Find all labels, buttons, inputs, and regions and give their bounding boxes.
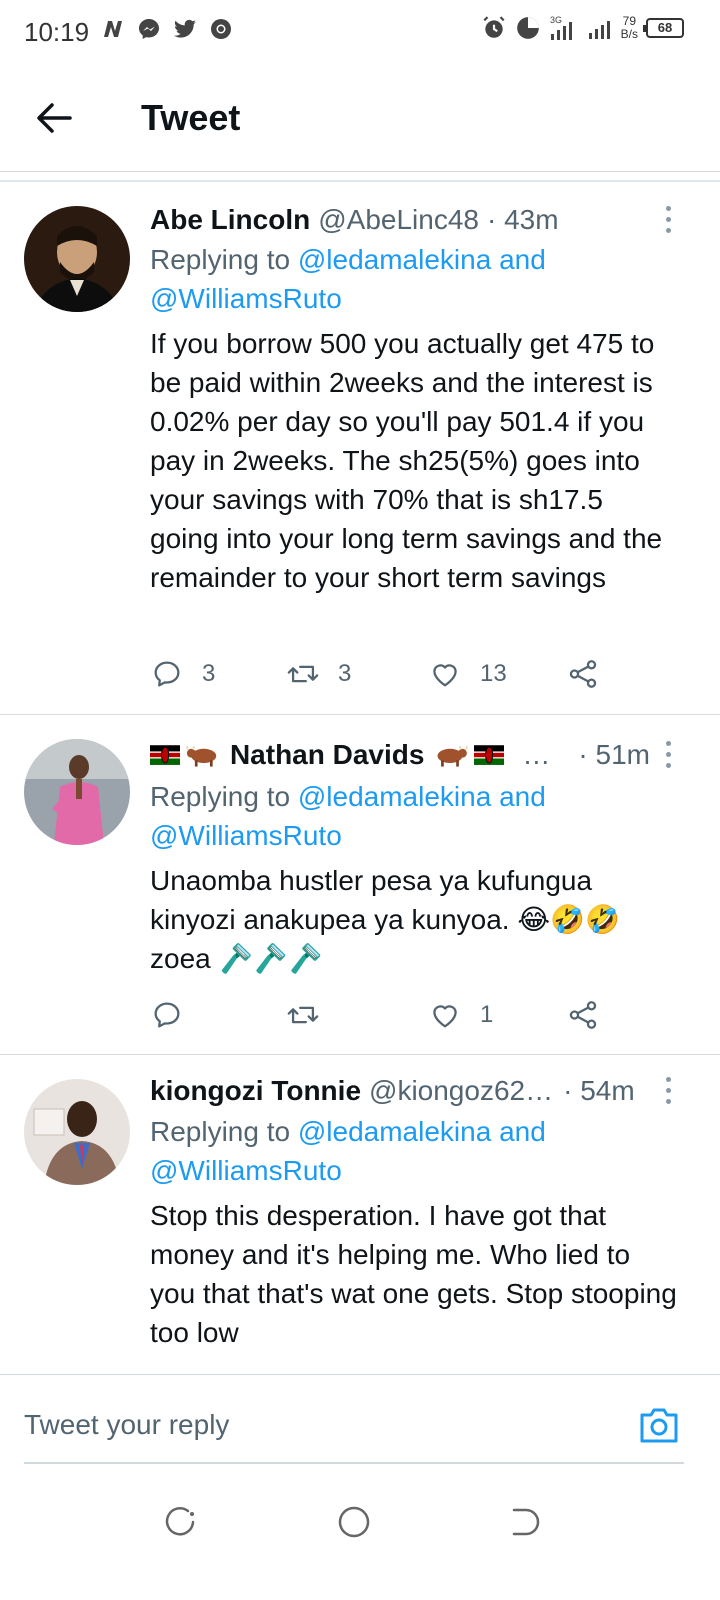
back-gesture-icon[interactable] xyxy=(508,1504,544,1540)
tweet-reply[interactable]: kiongozi Tonnie @kiongoz62… · 54m Replyi… xyxy=(0,1055,720,1374)
svg-text:3G: 3G xyxy=(550,15,562,25)
system-icons: 3G 79 B/s 68 xyxy=(481,14,684,42)
notification-icons xyxy=(100,16,234,42)
mention-link[interactable]: @ledamalekina xyxy=(298,1116,491,1147)
tweet-text: If you borrow 500 you actually get 475 t… xyxy=(150,328,663,593)
reply-button[interactable] xyxy=(150,997,202,1033)
razor-emoji: 🪒🪒🪒 xyxy=(218,943,324,974)
author-name[interactable]: Abe Lincoln xyxy=(150,204,310,236)
retweet-icon xyxy=(287,1006,319,1024)
mention-link[interactable]: @ledamalekina xyxy=(298,244,491,275)
share-icon xyxy=(569,660,597,688)
tweet-time: · 43m xyxy=(487,204,559,235)
mention-link[interactable]: @ledamalekina xyxy=(298,781,491,812)
share-icon xyxy=(569,1001,597,1029)
author-handle[interactable]: @AbeLinc48 xyxy=(318,204,479,236)
reply-count: 3 xyxy=(202,660,216,687)
heart-icon xyxy=(433,1005,457,1028)
avatar[interactable] xyxy=(24,206,130,312)
author-name[interactable]: kiongozi Tonnie xyxy=(150,1075,361,1107)
kenya-flag-icon xyxy=(150,745,181,765)
retweet-button[interactable] xyxy=(286,997,338,1033)
recent-apps-icon[interactable] xyxy=(162,1504,198,1540)
network-speed: 79 B/s xyxy=(620,14,638,41)
page-title: Tweet xyxy=(141,97,241,138)
kenya-flag-icon xyxy=(474,745,505,765)
retweet-icon xyxy=(287,665,319,683)
tweet-actions: 3 3 13 xyxy=(150,656,620,692)
retweet-button[interactable]: 3 xyxy=(286,656,351,692)
more-options-icon[interactable] xyxy=(664,741,672,769)
signal-icon xyxy=(588,21,610,39)
tweet-actions: 1 xyxy=(150,997,620,1033)
tweet-reply[interactable]: Abe Lincoln @AbeLinc48 · 43m Replying to… xyxy=(0,182,720,715)
reply-button[interactable]: 3 xyxy=(150,656,215,692)
retweet-count: 3 xyxy=(338,660,352,687)
tweet-header: Abe Lincoln @AbeLinc48 · 43m xyxy=(150,202,650,238)
author-handle[interactable]: @kiongoz62… xyxy=(369,1075,553,1107)
top-app-bar: Tweet xyxy=(0,64,720,172)
avatar[interactable] xyxy=(24,739,130,845)
reply-composer[interactable]: Tweet your reply xyxy=(0,1374,720,1474)
ox-emoji-icon xyxy=(438,745,469,767)
tweet-text: Stop this desperation. I have got that m… xyxy=(150,1200,677,1348)
twitter-bird-icon xyxy=(172,16,198,42)
reply-input[interactable]: Tweet your reply xyxy=(24,1409,229,1441)
like-count: 13 xyxy=(480,660,507,687)
avatar[interactable] xyxy=(24,1079,130,1185)
like-count: 1 xyxy=(480,1001,494,1028)
replying-to: Replying to @ledamalekina and @WilliamsR… xyxy=(150,781,546,851)
replying-to: Replying to @ledamalekina and @WilliamsR… xyxy=(150,1116,546,1186)
back-arrow-icon[interactable] xyxy=(34,98,74,138)
tweet-text: Unaomba hustler pesa ya kufungua kinyozi… xyxy=(150,865,620,974)
chrome-icon xyxy=(208,16,234,42)
mention-link[interactable]: @WilliamsRuto xyxy=(150,820,342,851)
home-icon[interactable] xyxy=(336,1504,372,1540)
laughing-emoji: 😂🤣🤣 xyxy=(517,904,620,935)
name-truncation: … xyxy=(522,739,551,770)
more-options-icon[interactable] xyxy=(664,1077,672,1105)
data-saver-icon xyxy=(516,17,539,39)
tweet-header: kiongozi Tonnie @kiongoz62… · 54m xyxy=(150,1073,650,1109)
messenger-icon xyxy=(136,16,162,42)
system-navigation-bar xyxy=(0,1480,720,1600)
tweet-time: · 54m xyxy=(563,1075,635,1106)
reply-underline xyxy=(24,1462,684,1464)
mention-link[interactable]: @WilliamsRuto xyxy=(150,283,342,314)
signal-3g-icon: 3G xyxy=(550,15,572,40)
tweet-time: · 51m xyxy=(578,739,650,770)
alarm-icon xyxy=(483,16,505,38)
like-button[interactable]: 13 xyxy=(428,656,507,692)
like-button[interactable]: 1 xyxy=(428,997,493,1033)
reply-icon xyxy=(154,1002,180,1028)
camera-icon[interactable] xyxy=(638,1405,680,1445)
reply-icon xyxy=(154,661,180,687)
battery-indicator: 68 xyxy=(643,18,684,38)
ox-emoji-icon xyxy=(186,745,217,767)
n-app-icon xyxy=(100,16,126,42)
share-button[interactable] xyxy=(566,997,600,1033)
tweet-reply[interactable]: Nathan Davids … · 51m Replying to @ledam… xyxy=(0,715,720,1055)
replying-to: Replying to @ledamalekina and @WilliamsR… xyxy=(150,244,546,314)
more-options-icon[interactable] xyxy=(664,206,672,234)
heart-icon xyxy=(433,664,457,687)
tweet-header: Nathan Davids … · 51m xyxy=(150,737,650,773)
status-bar: 10:19 3G 79 B/s 68 xyxy=(0,0,720,64)
mention-link[interactable]: @WilliamsRuto xyxy=(150,1155,342,1186)
author-name[interactable]: Nathan Davids xyxy=(230,739,425,771)
status-time: 10:19 xyxy=(24,17,90,47)
share-button[interactable] xyxy=(566,656,600,692)
